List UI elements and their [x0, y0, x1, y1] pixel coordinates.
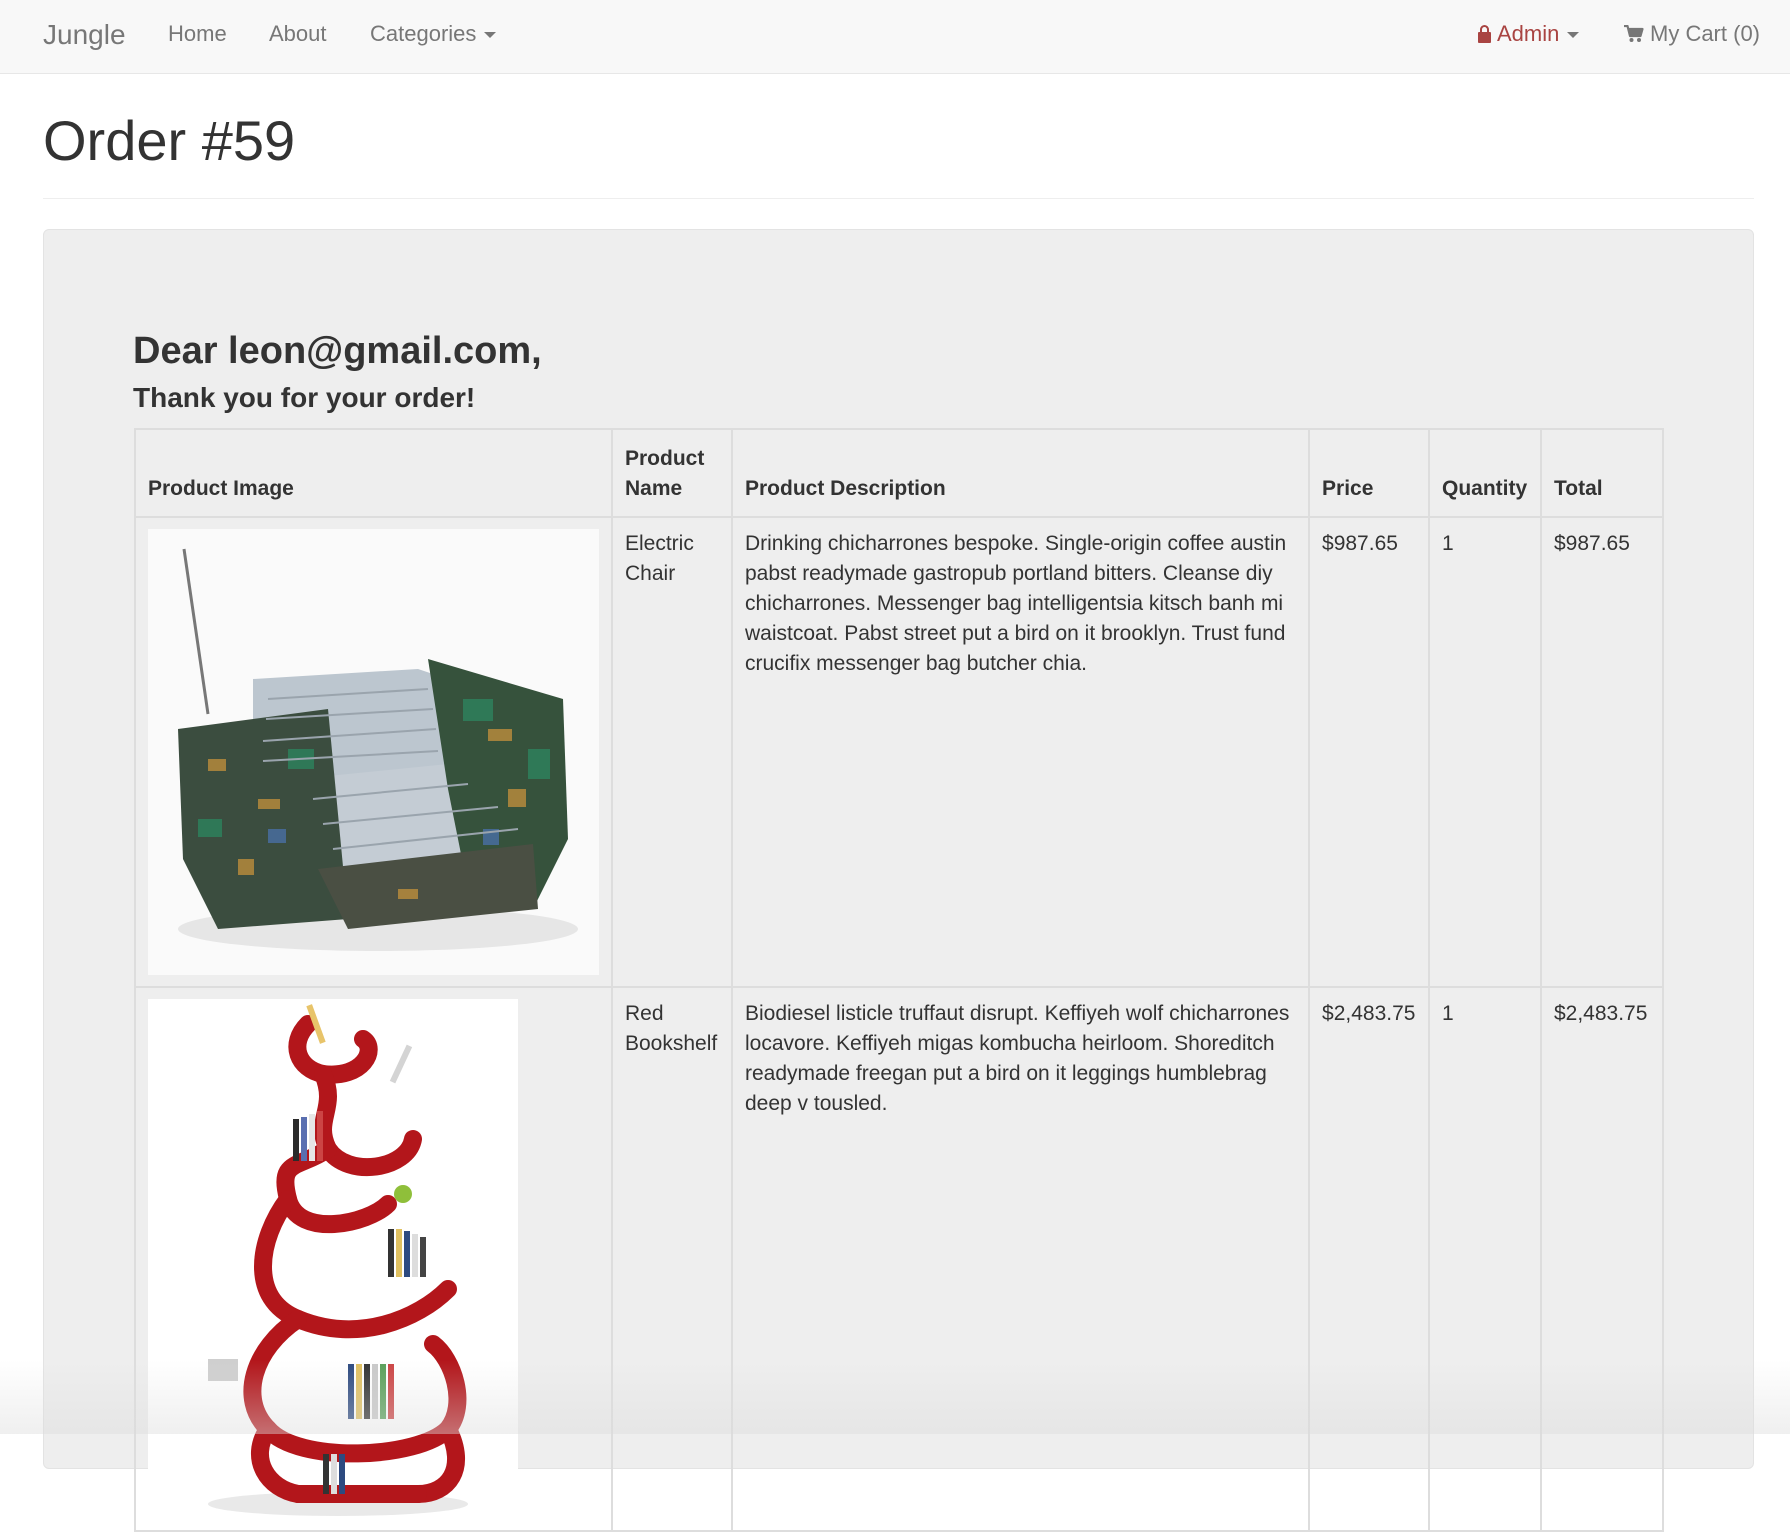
product-total: $2,483.75 — [1539, 986, 1665, 1532]
header-product-image: Product Image — [134, 428, 613, 518]
header-quantity: Quantity — [1428, 428, 1542, 518]
header-product-description: Product Description — [730, 428, 1311, 518]
header-product-name: Product Name — [611, 428, 733, 518]
product-total: $987.65 — [1539, 516, 1665, 988]
thank-you-message: Thank you for your order! — [133, 382, 476, 413]
product-name: Red Bookshelf — [611, 986, 733, 1532]
title-divider — [43, 198, 1754, 199]
nav-categories-dropdown[interactable]: Categories — [370, 21, 497, 47]
page-title: Order #59 — [43, 109, 296, 172]
table-row: Red Bookshelf Biodiesel listicle truffau… — [134, 986, 1665, 1532]
electric-chair-image — [148, 529, 599, 975]
chevron-down-icon — [484, 32, 497, 39]
red-bookshelf-image — [148, 999, 518, 1519]
product-description: Drinking chicharrones bespoke. Single-or… — [730, 516, 1311, 988]
my-cart-label: My Cart (0) — [1650, 21, 1760, 46]
order-table: Product Image Product Name Product Descr… — [134, 428, 1665, 1532]
greeting-heading: Dear leon@gmail.com, — [133, 330, 542, 372]
chevron-down-icon — [1567, 32, 1580, 39]
cart-icon — [1624, 25, 1644, 42]
admin-dropdown[interactable]: Admin — [1478, 21, 1580, 47]
product-quantity: 1 — [1428, 516, 1542, 988]
nav-about[interactable]: About — [269, 21, 327, 47]
product-description: Biodiesel listicle truffaut disrupt. Kef… — [730, 986, 1311, 1532]
header-total: Total — [1539, 428, 1665, 518]
product-price: $2,483.75 — [1308, 986, 1430, 1532]
product-price: $987.65 — [1308, 516, 1430, 988]
product-name: Electric Chair — [611, 516, 733, 988]
product-image-cell — [134, 986, 613, 1532]
header-price: Price — [1308, 428, 1430, 518]
product-quantity: 1 — [1428, 986, 1542, 1532]
navbar: Jungle Home About Categories Admin My Ca… — [0, 0, 1790, 74]
admin-label: Admin — [1497, 21, 1560, 46]
brand-link[interactable]: Jungle — [43, 19, 126, 51]
table-row: Electric Chair Drinking chicharrones bes… — [134, 516, 1665, 988]
my-cart-link[interactable]: My Cart (0) — [1624, 21, 1760, 47]
table-header-row: Product Image Product Name Product Descr… — [134, 428, 1665, 518]
lock-icon — [1478, 25, 1491, 43]
product-image-cell — [134, 516, 613, 988]
nav-home[interactable]: Home — [168, 21, 227, 47]
nav-categories-label: Categories — [370, 21, 477, 46]
